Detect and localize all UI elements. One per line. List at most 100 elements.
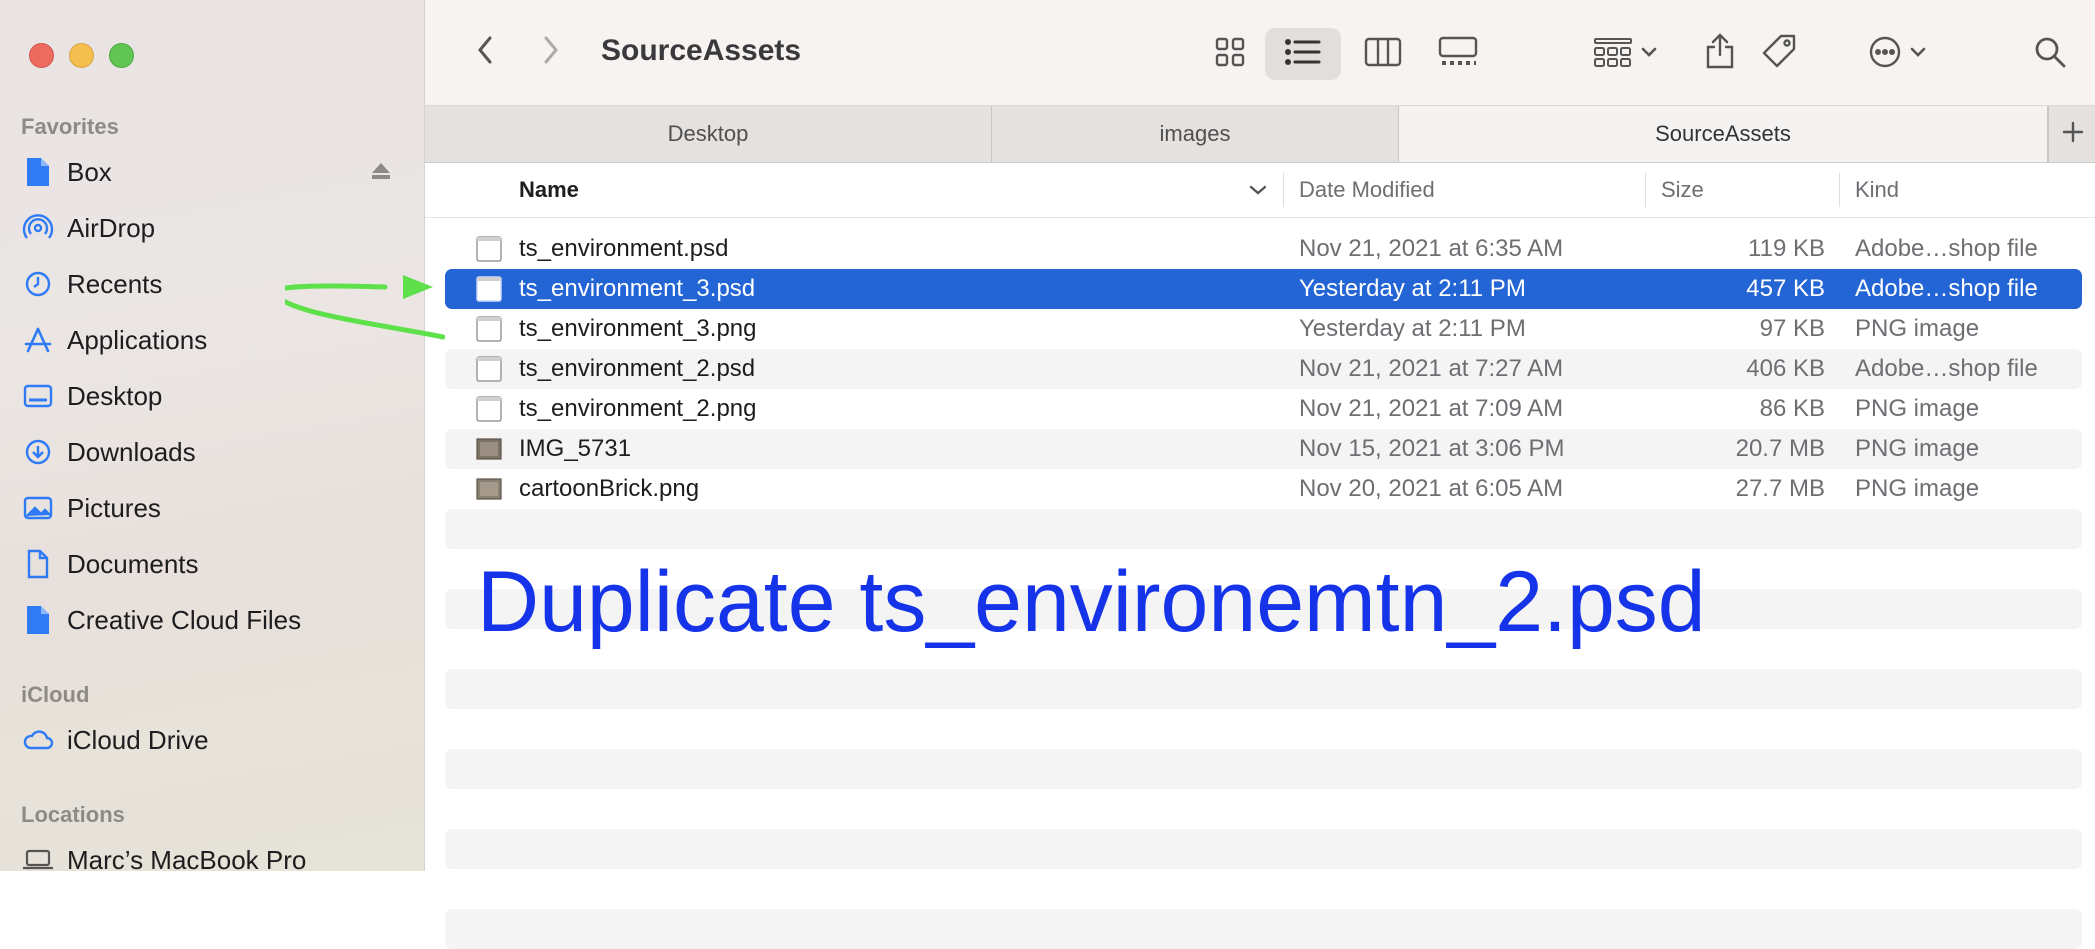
image-thumbnail-icon [476,476,502,502]
column-divider[interactable] [1283,173,1284,207]
annotation-text: Duplicate ts_environemtn_2.psd [477,554,1706,650]
sidebar-item-airdrop[interactable]: AirDrop [21,206,391,250]
file-size: 457 KB [1746,275,1825,302]
gallery-icon [1438,36,1478,73]
back-button[interactable] [465,30,505,74]
list-view-button[interactable] [1278,30,1328,78]
file-kind: Adobe…shop file [1855,275,2038,302]
file-row[interactable]: ts_environment.psd Nov 21, 2021 at 6:35 … [445,229,2082,269]
tags-button[interactable] [1751,28,1807,78]
chevron-left-icon [476,35,494,70]
eject-icon[interactable] [371,162,391,185]
chevron-down-icon[interactable] [1249,163,1267,217]
share-button[interactable] [1695,28,1745,78]
file-kind: PNG image [1855,315,1980,342]
column-header-date-modified[interactable]: Date Modified [1299,163,1435,217]
search-button[interactable] [2025,30,2075,78]
download-icon [21,435,55,469]
file-icon [21,155,55,189]
sidebar-item-label: Applications [67,324,208,355]
applications-icon [21,323,55,357]
empty-row [445,669,2082,709]
sidebar-section-locations: Locations [21,802,125,827]
file-name: ts_environment_2.psd [519,355,756,382]
file-size: 97 KB [1759,315,1825,342]
column-view-button[interactable] [1358,30,1408,78]
photo-icon [21,491,55,525]
group-grid-icon [1593,36,1633,73]
grid-icon [1214,36,1246,73]
file-name: IMG_5731 [519,435,632,462]
file-row[interactable]: IMG_5731 Nov 15, 2021 at 3:06 PM 20.7 MB… [445,429,2082,469]
empty-row [445,709,2082,749]
clock-icon [21,267,55,301]
file-size: 27.7 MB [1735,475,1825,502]
column-divider[interactable] [1839,173,1840,207]
more-actions-button[interactable] [1857,30,1937,78]
sidebar-item-creative-cloud-files[interactable]: Creative Cloud Files [21,598,391,642]
sidebar-item-macbook-pro[interactable]: Marc’s MacBook Pro [21,838,391,882]
file-row[interactable]: ts_environment_3.png Yesterday at 2:11 P… [445,309,2082,349]
sidebar-item-label: AirDrop [67,212,156,243]
column-divider[interactable] [1645,173,1646,207]
tab-desktop[interactable]: Desktop [425,106,992,162]
empty-row [445,789,2082,829]
sidebar-item-pictures[interactable]: Pictures [21,486,391,530]
sidebar: Favorites Box AirDrop Recents Applicatio… [0,0,425,875]
empty-row [445,509,2082,549]
sidebar-item-label: Box [67,156,112,187]
toolbar: SourceAssets [425,0,2095,106]
new-tab-button[interactable] [2048,106,2095,162]
group-by-button[interactable] [1585,30,1665,78]
sidebar-item-label: Documents [67,548,199,579]
document-icon [476,356,502,382]
column-header-kind[interactable]: Kind [1855,163,1899,217]
tab-images[interactable]: images [992,106,1399,162]
close-window-button[interactable] [29,43,54,68]
sidebar-section-icloud: iCloud [21,682,90,707]
airdrop-icon [21,211,55,245]
window-title: SourceAssets [601,34,802,67]
tab-sourceassets[interactable]: SourceAssets [1399,106,2048,162]
file-size: 20.7 MB [1735,435,1825,462]
search-icon [2033,35,2067,74]
chevron-down-icon [1641,45,1657,63]
columns-icon [1364,37,1402,72]
minimize-window-button[interactable] [69,43,94,68]
empty-row [445,749,2082,789]
plus-icon [2062,121,2084,148]
sidebar-item-icloud-drive[interactable]: iCloud Drive [21,718,391,762]
file-row[interactable]: cartoonBrick.png Nov 20, 2021 at 6:05 AM… [445,469,2082,509]
file-size: 86 KB [1759,395,1825,422]
column-header-name[interactable]: Name [519,163,579,217]
file-name: ts_environment_3.png [519,315,757,342]
tag-icon [1761,33,1797,74]
ellipsis-circle-icon [1868,35,1902,74]
file-size: 406 KB [1746,355,1825,382]
sidebar-item-label: Desktop [67,380,163,411]
column-header-size[interactable]: Size [1661,163,1704,217]
column-header-row: Name Date Modified Size Kind [425,163,2095,218]
desktop-icon [21,379,55,413]
gallery-view-button[interactable] [1433,30,1483,78]
sidebar-item-label: Recents [67,268,163,299]
file-kind: Adobe…shop file [1855,235,2038,262]
icon-view-button[interactable] [1205,30,1255,78]
tab-bar: Desktop images SourceAssets [425,106,2095,163]
document-icon [476,396,502,422]
empty-row [445,829,2082,869]
sidebar-item-box[interactable]: Box [21,150,391,194]
file-row[interactable]: ts_environment_2.psd Nov 21, 2021 at 7:2… [445,349,2082,389]
sidebar-item-documents[interactable]: Documents [21,542,391,586]
forward-button[interactable] [531,30,571,74]
share-icon [1705,32,1735,75]
zoom-window-button[interactable] [109,43,134,68]
document-icon [476,316,502,342]
file-row[interactable]: ts_environment_2.png Nov 21, 2021 at 7:0… [445,389,2082,429]
file-name: ts_environment_2.png [519,395,757,422]
file-row-selected[interactable]: ts_environment_3.psd Yesterday at 2:11 P… [445,269,2082,309]
sidebar-item-desktop[interactable]: Desktop [21,374,391,418]
sidebar-section-favorites: Favorites [21,114,119,139]
sidebar-item-downloads[interactable]: Downloads [21,430,391,474]
file-name: ts_environment_3.psd [519,275,756,302]
